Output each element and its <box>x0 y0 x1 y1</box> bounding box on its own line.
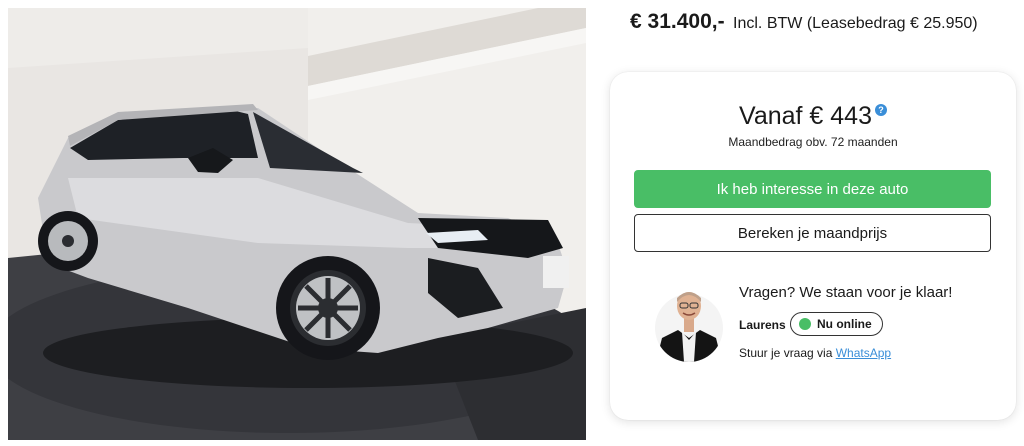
monthly-amount: Vanaf € 443 <box>739 102 872 130</box>
contact-prompt: Stuur je vraag via WhatsApp <box>739 346 891 360</box>
contact-block: Vragen? We staan voor je klaar! Laurens … <box>634 276 991 396</box>
avatar <box>655 292 723 362</box>
contact-name: Laurens <box>739 318 786 332</box>
monthly-subtext: Maandbedrag obv. 72 maanden <box>728 135 898 149</box>
contact-title: Vragen? We staan voor je klaar! <box>739 284 953 301</box>
calculate-monthly-button[interactable]: Bereken je maandprijs <box>634 214 991 252</box>
price-line: € 31.400,- Incl. BTW (Leasebedrag € 25.9… <box>630 10 978 34</box>
whatsapp-link[interactable]: WhatsApp <box>836 346 891 360</box>
price-note: Incl. BTW (Leasebedrag € 25.950) <box>733 15 978 32</box>
vehicle-price: € 31.400,- <box>630 10 725 33</box>
question-circle-icon[interactable]: ? <box>874 104 887 116</box>
status-label: Nu online <box>817 317 872 331</box>
status-badge: Nu online <box>790 312 883 336</box>
interest-button[interactable]: Ik heb interesse in deze auto <box>634 170 991 208</box>
car-photo[interactable] <box>8 8 586 440</box>
finance-card: Vanaf € 443? Maandbedrag obv. 72 maanden… <box>610 72 1016 420</box>
monthly-price: Vanaf € 443? <box>610 102 1016 131</box>
car-image <box>8 8 586 440</box>
contact-prompt-text: Stuur je vraag via <box>739 346 833 360</box>
online-dot-icon <box>799 318 811 330</box>
